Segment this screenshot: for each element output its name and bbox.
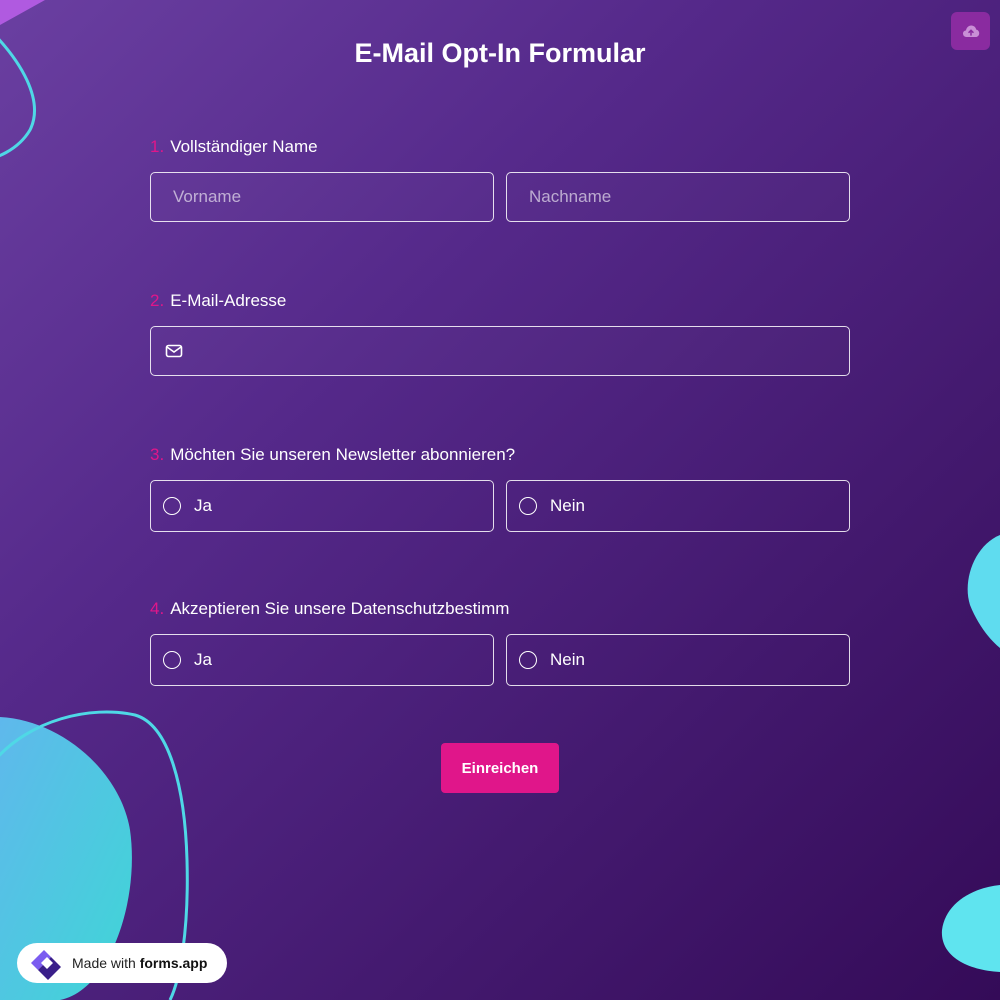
email-input[interactable] [195,340,835,362]
last-name-input[interactable] [527,186,829,208]
radio-circle-icon[interactable] [519,651,537,669]
newsletter-options: Ja Nein [150,480,850,532]
upload-button[interactable] [951,12,990,50]
question-number: 2. [150,291,165,310]
first-name-field[interactable] [150,172,494,222]
badge-brand: forms.app [139,955,208,971]
submit-button[interactable]: Einreichen [441,743,559,793]
name-fields-row [150,172,850,222]
badge-prefix: Made with [72,955,140,971]
question-text: E-Mail-Adresse [170,291,287,310]
radio-circle-icon[interactable] [519,497,537,515]
question-label: 2. E-Mail-Adresse [150,289,850,313]
question-number: 1. [150,137,165,156]
email-field[interactable] [150,326,850,376]
radio-label: Ja [194,496,212,515]
radio-circle-icon[interactable] [163,497,181,515]
first-name-input[interactable] [171,186,473,208]
made-with-forms-app-badge[interactable]: Made with forms.app [17,943,227,983]
question-privacy: 4. Akzeptieren Sie unsere Datenschutzbes… [150,597,850,686]
forms-app-logo-icon [31,950,61,980]
question-label: 1. Vollständiger Name [150,135,850,159]
question-label: 4. Akzeptieren Sie unsere Datenschutzbes… [150,597,850,621]
envelope-icon [165,344,183,358]
question-full-name: 1. Vollständiger Name [150,135,850,222]
badge-text: Made with forms.app [72,955,207,971]
email-row [150,326,850,376]
question-number: 4. [150,599,165,618]
form-title: E-Mail Opt-In Formular [354,38,646,68]
privacy-options: Ja Nein [150,634,850,686]
question-email: 2. E-Mail-Adresse [150,289,850,376]
radio-label: Ja [194,650,212,669]
privacy-option-ja[interactable]: Ja [150,634,494,686]
newsletter-option-nein[interactable]: Nein [506,480,850,532]
newsletter-option-ja[interactable]: Ja [150,480,494,532]
question-newsletter: 3. Möchten Sie unseren Newsletter abonni… [150,443,850,532]
radio-label: Nein [550,650,585,669]
question-text: Möchten Sie unseren Newsletter abonniere… [170,445,516,464]
question-text: Akzeptieren Sie unsere Datenschutzbestim… [170,599,510,618]
bottom-right-blob [941,885,1000,972]
right-middle-blob [967,535,1000,648]
question-label: 3. Möchten Sie unseren Newsletter abonni… [150,443,850,467]
radio-circle-icon[interactable] [163,651,181,669]
last-name-field[interactable] [506,172,850,222]
cloud-upload-icon [962,25,979,37]
privacy-option-nein[interactable]: Nein [506,634,850,686]
radio-label: Nein [550,496,585,515]
question-text: Vollständiger Name [170,137,318,156]
question-number: 3. [150,445,165,464]
corner-purple-shape [0,0,45,25]
